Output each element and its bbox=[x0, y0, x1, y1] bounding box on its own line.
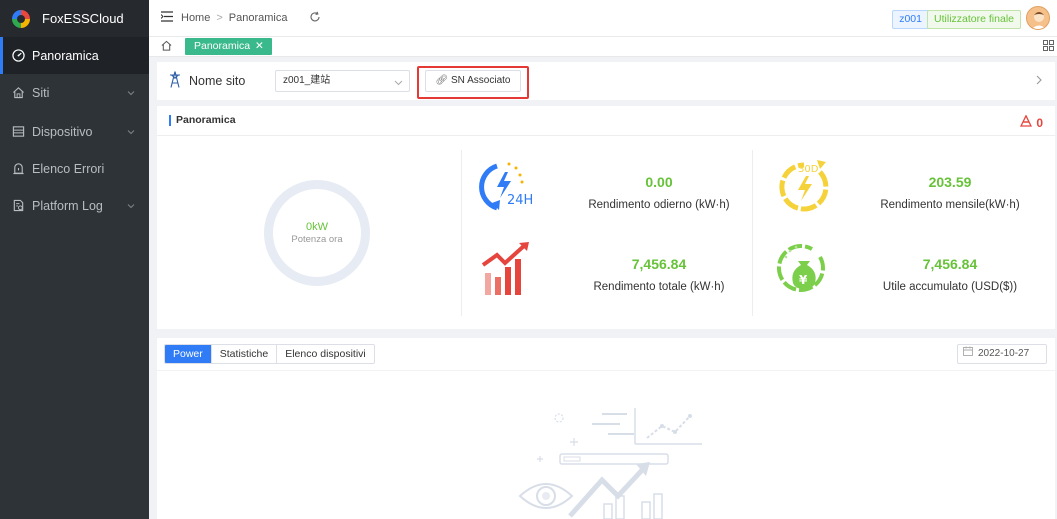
current-power-gauge: 0kW Potenza ora bbox=[264, 180, 370, 286]
sn-associato-button[interactable]: 🔗︎ SN Associato bbox=[425, 70, 521, 92]
power-tower-icon bbox=[169, 71, 181, 91]
chevron-down-icon bbox=[127, 86, 135, 100]
top-header: Home > Panoramica z001 Utilizzatore fina… bbox=[149, 0, 1057, 37]
chart-panel: Power Statistiche Elenco dispositivi 202… bbox=[157, 338, 1055, 519]
24h-energy-icon: 24H bbox=[479, 162, 533, 211]
tab-panoramica[interactable]: Panoramica ✕ bbox=[185, 38, 272, 55]
site-select[interactable]: z001_建站 bbox=[275, 70, 410, 92]
current-power-value: 0kW bbox=[306, 221, 328, 233]
avatar[interactable] bbox=[1026, 6, 1050, 30]
overview-header: Panoramica bbox=[157, 106, 1055, 136]
foxess-logo-icon bbox=[12, 9, 30, 28]
accumulated-profit-label: Utile accumulato (USD($)) bbox=[882, 281, 1018, 293]
empty-data-illustration-icon bbox=[518, 408, 702, 519]
divider bbox=[461, 150, 462, 316]
sidebar-item-elenco-errori[interactable]: Elenco Errori bbox=[0, 150, 149, 187]
sn-button-label: SN Associato bbox=[451, 75, 511, 86]
svg-text:¥: ¥ bbox=[799, 273, 808, 287]
role-badge: Utilizzatore finale bbox=[927, 10, 1021, 29]
date-picker[interactable]: 2022-10-27 bbox=[957, 344, 1047, 364]
tab-elenco-dispositivi[interactable]: Elenco dispositivi bbox=[277, 345, 374, 363]
error-alert-icon bbox=[11, 161, 26, 176]
current-power-label: Potenza ora bbox=[291, 234, 343, 245]
chevron-down-icon bbox=[394, 75, 403, 95]
svg-text:24H: 24H bbox=[507, 193, 533, 208]
chevron-right-icon[interactable] bbox=[1035, 74, 1043, 88]
device-list-icon bbox=[11, 124, 26, 139]
daily-yield-value: 0.00 bbox=[645, 174, 673, 190]
brand[interactable]: FoxESSCloud bbox=[0, 0, 149, 37]
daily-yield-label: Rendimento odierno (kW·h) bbox=[588, 199, 730, 211]
log-document-icon bbox=[11, 198, 26, 213]
date-value: 2022-10-27 bbox=[978, 348, 1030, 359]
total-yield-label: Rendimento totale (kW·h) bbox=[593, 281, 725, 293]
sidebar-item-siti[interactable]: Siti bbox=[0, 74, 149, 111]
user-badge[interactable]: z001 bbox=[892, 10, 929, 29]
close-icon[interactable]: ✕ bbox=[255, 40, 264, 52]
menu-toggle-icon[interactable] bbox=[160, 11, 173, 25]
sidebar-item-label: Platform Log bbox=[32, 198, 103, 213]
site-name-label: Nome sito bbox=[189, 74, 246, 88]
sidebar: FoxESSCloud Panoramica Siti Dispositivo bbox=[0, 0, 149, 519]
overview-panel: Panoramica 0 0kW Potenza ora 24H 0.00 Re… bbox=[157, 106, 1055, 329]
sidebar-item-label: Elenco Errori bbox=[32, 161, 105, 176]
sidebar-item-dispositivo[interactable]: Dispositivo bbox=[0, 113, 149, 150]
30d-energy-icon: 30D bbox=[779, 160, 829, 212]
sidebar-item-platform-log[interactable]: Platform Log bbox=[0, 187, 149, 224]
grid-menu-icon[interactable] bbox=[1043, 40, 1054, 54]
overview-title: Panoramica bbox=[169, 115, 236, 126]
chevron-down-icon bbox=[127, 199, 135, 213]
site-select-value: z001_建站 bbox=[283, 75, 331, 86]
accumulated-profit-value: 7,456.84 bbox=[922, 256, 978, 272]
alarm-indicator[interactable]: 0 bbox=[1020, 114, 1043, 130]
alarm-count: 0 bbox=[1036, 115, 1043, 130]
breadcrumb-separator-icon: > bbox=[216, 12, 223, 24]
tab-strip: Panoramica ✕ bbox=[149, 37, 1057, 57]
app-name: FoxESSCloud bbox=[42, 11, 124, 26]
divider bbox=[752, 150, 753, 316]
rising-chart-icon bbox=[481, 242, 529, 295]
monthly-yield-label: Rendimento mensile(kW·h) bbox=[880, 199, 1020, 211]
chevron-down-icon bbox=[127, 125, 135, 139]
total-yield-value: 7,456.84 bbox=[631, 256, 687, 272]
chart-tab-group: Power Statistiche Elenco dispositivi bbox=[164, 344, 375, 364]
divider bbox=[157, 370, 1055, 371]
site-selector-bar: Nome sito z001_建站 🔗︎ SN Associato bbox=[157, 62, 1055, 100]
monthly-yield-value: 203.59 bbox=[928, 174, 972, 190]
refresh-icon[interactable] bbox=[309, 11, 321, 26]
breadcrumb-home[interactable]: Home bbox=[181, 12, 210, 24]
breadcrumb-current: Panoramica bbox=[228, 12, 288, 24]
warning-cone-icon bbox=[1020, 114, 1033, 130]
sidebar-item-panoramica[interactable]: Panoramica bbox=[0, 37, 149, 74]
home-icon[interactable] bbox=[161, 40, 172, 54]
dashboard-gauge-icon bbox=[11, 48, 26, 63]
tab-statistiche[interactable]: Statistiche bbox=[212, 345, 278, 363]
sidebar-item-label: Dispositivo bbox=[32, 124, 93, 139]
home-icon bbox=[11, 85, 26, 100]
link-icon: 🔗︎ bbox=[435, 75, 449, 86]
tab-label: Panoramica bbox=[194, 40, 251, 52]
money-bag-icon: ¥ bbox=[776, 244, 825, 293]
sidebar-item-label: Panoramica bbox=[32, 48, 99, 63]
tab-power[interactable]: Power bbox=[165, 345, 212, 363]
svg-text:30D: 30D bbox=[798, 164, 819, 175]
calendar-icon bbox=[963, 345, 973, 363]
sidebar-item-label: Siti bbox=[32, 85, 50, 100]
